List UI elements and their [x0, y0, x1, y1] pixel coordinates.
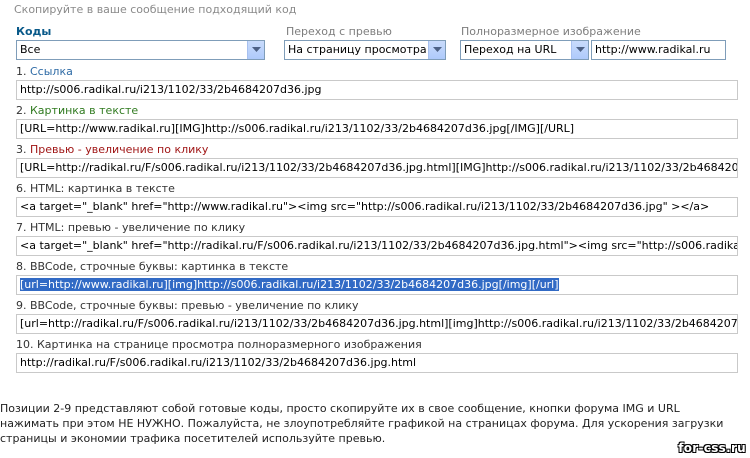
row-9-code-field[interactable]: [url=http://radikal.ru/F/s006.radikal.ru… [16, 314, 738, 334]
redirect-url-input[interactable]: http://www.radikal.ru [591, 40, 726, 60]
notice-line-2: нажимать при этом НЕ НУЖНО. Пожалуйста, … [0, 417, 724, 430]
preview-label: Переход с превью [286, 25, 392, 38]
notice-line-3: страницы и экономии трафика посетителей … [0, 432, 386, 445]
chevron-down-icon[interactable] [247, 41, 264, 59]
chevron-down-icon[interactable] [571, 41, 588, 59]
codes-label: Коды [16, 25, 52, 38]
chevron-down-icon[interactable] [428, 41, 445, 59]
preview-select-value: На страницу просмотра [288, 43, 427, 56]
full-size-select[interactable]: Переход на URL [460, 40, 589, 60]
row-7-code-field[interactable]: <a target="_blank" href="http://radikal.… [16, 236, 738, 256]
row-1-code-field[interactable]: http://s006.radikal.ru/i213/1102/33/2b46… [16, 80, 738, 100]
full-size-label: Полноразмерное изображение [461, 25, 641, 38]
row-10-code-field[interactable]: http://radikal.ru/F/s006.radikal.ru/i213… [16, 353, 738, 373]
watermark: for-css.ru [678, 441, 746, 455]
preview-select[interactable]: На страницу просмотра [284, 40, 446, 60]
codes-select[interactable]: Все [16, 40, 265, 60]
row-2-label: 2. Картинка в тексте [16, 104, 139, 117]
row-8-label: 8. BBCode, строчные буквы: картинка в те… [16, 260, 289, 273]
codes-select-value: Все [20, 43, 41, 56]
full-size-select-value: Переход на URL [464, 43, 557, 56]
notice-line-1: Позиции 2-9 представляют собой готовые к… [0, 402, 680, 415]
row-3-label: 3. Превью - увеличение по клику [16, 143, 209, 156]
row-1-label: 1. Ссылка [16, 65, 73, 78]
row-3-code-field[interactable]: [URL=http://radikal.ru/F/s006.radikal.ru… [16, 158, 738, 178]
row-9-label: 9. BBCode, строчные буквы: превью - увел… [16, 299, 359, 312]
row-10-label: 10. Картинка на странице просмотра полно… [16, 338, 422, 351]
row-6-code-field[interactable]: <a target="_blank" href="http://www.radi… [16, 197, 738, 217]
row-2-code-field[interactable]: [URL=http://www.radikal.ru][IMG]http://s… [16, 119, 738, 139]
usage-notice: Позиции 2-9 представляют собой готовые к… [0, 401, 750, 446]
row-7-label: 7. HTML: превью - увеличение по клику [16, 221, 246, 234]
row-8-code-field[interactable]: [url=http://www.radikal.ru][img]http://s… [16, 275, 738, 295]
instruction-header: Скопируйте в ваше сообщение подходящий к… [14, 3, 297, 16]
row-6-label: 6. HTML: картинка в тексте [16, 182, 175, 195]
selected-code-text: [url=http://www.radikal.ru][img]http://s… [20, 278, 559, 291]
